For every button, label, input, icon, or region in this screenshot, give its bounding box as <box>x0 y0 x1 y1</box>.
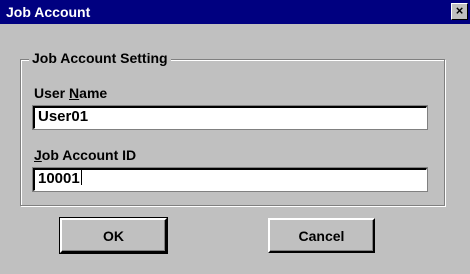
user-name-label: User Name <box>34 85 107 101</box>
group-legend: Job Account Setting <box>29 49 171 67</box>
ok-button[interactable]: OK <box>59 217 168 254</box>
window-title: Job Account <box>6 4 91 20</box>
close-button[interactable]: × <box>451 3 468 20</box>
user-name-label-suffix: ame <box>79 85 108 101</box>
job-account-dialog: Job Account × Job Account Setting User N… <box>0 0 470 274</box>
cancel-button[interactable]: Cancel <box>268 218 375 253</box>
job-account-id-label-accel: J <box>34 147 42 163</box>
user-name-label-prefix: User <box>34 85 70 101</box>
job-account-id-label-suffix: ob Account ID <box>41 147 137 163</box>
text-caret <box>80 170 82 185</box>
user-name-value: User01 <box>38 108 89 125</box>
user-name-label-accel: N <box>69 85 80 101</box>
title-bar: Job Account × <box>0 0 470 24</box>
job-account-id-input[interactable]: 10001 <box>32 167 428 192</box>
job-account-id-label: Job Account ID <box>34 147 136 163</box>
job-account-id-value: 10001 <box>38 170 80 187</box>
close-icon: × <box>455 3 464 18</box>
user-name-input[interactable]: User01 <box>32 105 428 130</box>
